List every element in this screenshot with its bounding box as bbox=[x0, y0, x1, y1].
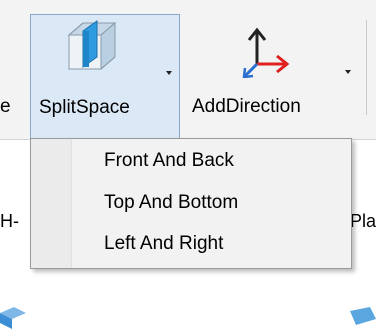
partial-plane-icon bbox=[350, 307, 376, 325]
add-direction-button[interactable]: AddDirection bbox=[185, 14, 370, 139]
menu-item-label: Front And Back bbox=[104, 150, 234, 171]
ribbon: e SplitSpace AddDirection bbox=[0, 0, 376, 140]
split-space-dropdown-caret[interactable] bbox=[166, 71, 172, 75]
menu-item-label: Top And Bottom bbox=[104, 192, 239, 213]
split-space-label: SplitSpace bbox=[39, 97, 130, 118]
split-space-cube-icon bbox=[67, 20, 117, 71]
axes-direction-icon bbox=[242, 27, 290, 78]
split-space-button[interactable]: SplitSpace bbox=[30, 14, 180, 139]
partial-left-text: H- bbox=[0, 211, 19, 231]
menu-item-front-and-back[interactable]: Front And Back bbox=[32, 142, 350, 180]
add-direction-dropdown-caret[interactable] bbox=[345, 70, 351, 74]
ribbon-partial-label: e bbox=[0, 96, 11, 117]
menu-item-left-and-right[interactable]: Left And Right bbox=[32, 225, 350, 263]
split-space-dropdown-menu: Front And Back Top And Bottom Left And R… bbox=[30, 138, 352, 269]
menu-item-top-and-bottom[interactable]: Top And Bottom bbox=[32, 184, 350, 222]
menu-item-label: Left And Right bbox=[104, 233, 224, 254]
partial-right-text: Pla bbox=[350, 211, 376, 231]
partial-blue-icon bbox=[0, 307, 26, 329]
ribbon-divider bbox=[366, 20, 367, 115]
add-direction-label: AddDirection bbox=[192, 96, 301, 117]
